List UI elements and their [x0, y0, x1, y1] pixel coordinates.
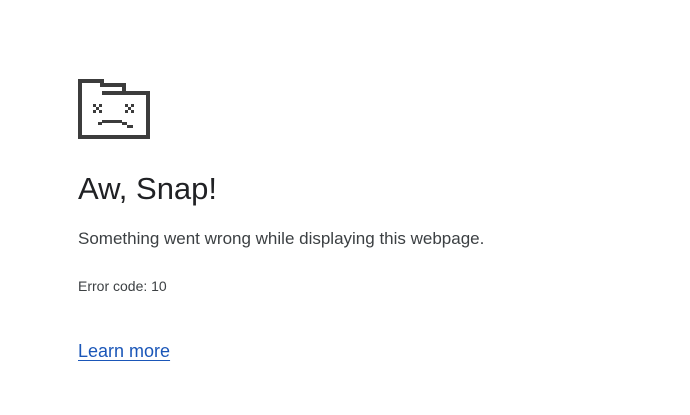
- error-page: Aw, Snap! Something went wrong while dis…: [0, 0, 690, 415]
- sad-tab-icon: [78, 79, 150, 139]
- error-code: Error code: 10: [78, 278, 167, 294]
- page-title: Aw, Snap!: [78, 171, 218, 206]
- learn-more-link[interactable]: Learn more: [78, 340, 170, 362]
- error-message: Something went wrong while displaying th…: [78, 229, 485, 248]
